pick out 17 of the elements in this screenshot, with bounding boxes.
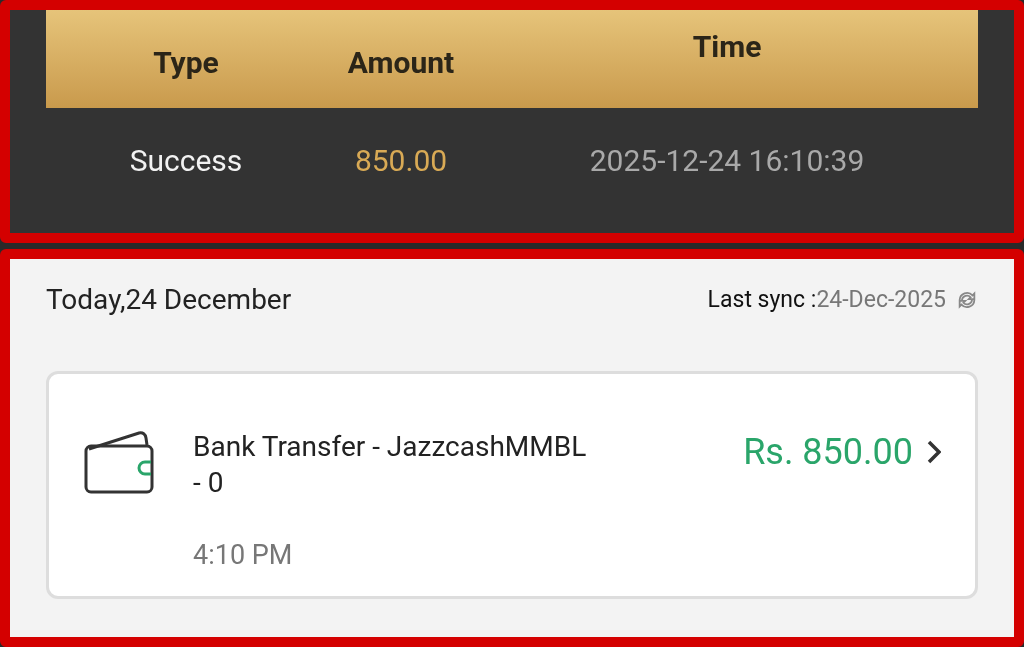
table-cell-text: Success	[128, 142, 244, 180]
transaction-card[interactable]: Bank Transfer - JazzcashMMBL - 0 4:10 PM Rs. 850.00	[46, 371, 978, 599]
column-header: Amount	[346, 44, 456, 82]
column-header: Time	[691, 28, 763, 66]
account-number: - 0	[193, 465, 225, 501]
wallet-icon	[83, 429, 155, 495]
transaction-title: Bank Transfer - JazzcashMMBL	[193, 429, 587, 465]
column-header: Type	[152, 44, 220, 82]
sync-date: 24-Dec-2025	[816, 284, 946, 315]
sync-label: Last sync :	[707, 284, 817, 315]
chevron-right-icon	[927, 440, 941, 464]
date-heading: Today,24 December	[46, 282, 292, 318]
transaction-time: 4:10 PM	[193, 538, 294, 573]
table-cell-text: 850.00	[353, 142, 449, 180]
table-cell-text: 2025-12-24 16:10:39	[588, 142, 866, 180]
transaction-amount: Rs. 850.00	[743, 430, 913, 475]
refresh-icon[interactable]	[956, 289, 978, 311]
